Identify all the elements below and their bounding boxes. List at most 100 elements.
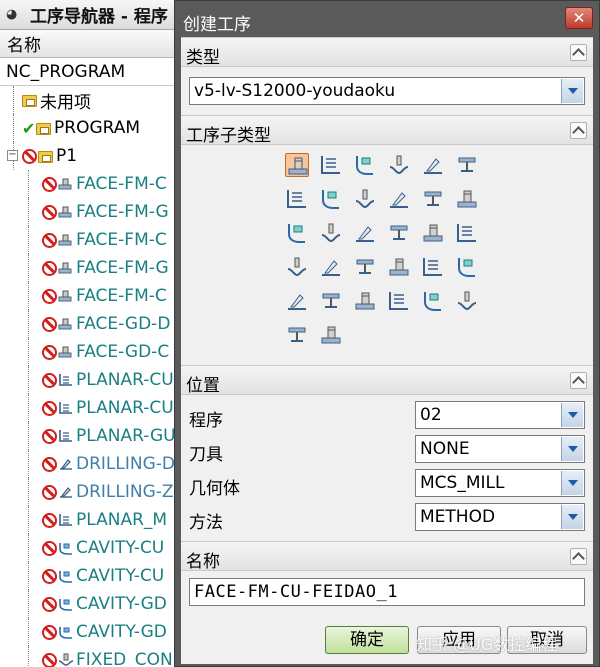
tree-row-label: DRILLING-Z xyxy=(76,482,174,502)
program-folder-icon xyxy=(38,151,53,163)
operation-subtype-icon[interactable] xyxy=(387,255,411,279)
dropdown-arrow-icon[interactable] xyxy=(561,437,583,461)
geometry-dropdown[interactable]: MCS_MILL xyxy=(415,469,585,497)
planar-operation-icon xyxy=(58,401,74,415)
forbidden-circle-icon xyxy=(42,568,57,584)
tree-connector-line xyxy=(28,170,29,198)
tree-root-nc-program[interactable]: NC_PROGRAM xyxy=(0,58,184,86)
dropdown-arrow-icon[interactable] xyxy=(561,505,583,529)
tree-row[interactable]: FACE-FM-C xyxy=(0,226,184,254)
forbidden-circle-icon xyxy=(22,148,37,164)
tree-row[interactable]: FACE-GD-D xyxy=(0,310,184,338)
operation-subtype-icon[interactable] xyxy=(455,255,479,279)
location-section-header[interactable]: 位置 xyxy=(181,365,593,396)
name-section-header[interactable]: 名称 xyxy=(181,541,593,572)
type-dropdown[interactable]: v5-lv-S12000-youdaoku xyxy=(189,77,585,105)
tree-row[interactable]: 未用项 xyxy=(0,86,184,114)
tree-row[interactable]: FACE-FM-G xyxy=(0,198,184,226)
operation-subtype-icon[interactable] xyxy=(319,153,343,177)
operation-subtype-icon[interactable] xyxy=(421,187,445,211)
dialog-title-bar[interactable]: 创建工序 ✕ xyxy=(175,1,599,37)
operation-subtype-icon[interactable] xyxy=(455,289,479,313)
tree-row[interactable]: FACE-FM-G xyxy=(0,254,184,282)
operation-name-input[interactable]: FACE-FM-CU-FEIDAO_1 xyxy=(189,578,585,606)
operation-subtype-icon[interactable] xyxy=(421,153,445,177)
collapse-toggle-icon[interactable]: − xyxy=(7,150,18,161)
operation-subtype-icon[interactable] xyxy=(285,255,309,279)
forbidden-circle-icon xyxy=(42,176,57,192)
tree-row[interactable]: PLANAR_M xyxy=(0,506,184,534)
forbidden-circle-icon xyxy=(42,372,57,388)
tree-row-label: CAVITY-CU xyxy=(76,566,165,586)
operation-subtype-icon[interactable] xyxy=(319,323,343,347)
tree-connector-line xyxy=(28,646,29,667)
operation-subtype-icon[interactable] xyxy=(319,289,343,313)
dropdown-arrow-icon[interactable] xyxy=(561,471,583,495)
tree-row[interactable]: PLANAR-CU xyxy=(0,394,184,422)
operation-subtype-icon[interactable] xyxy=(421,255,445,279)
dropdown-arrow-icon[interactable] xyxy=(561,79,583,103)
subtype-section-header[interactable]: 工序子类型 xyxy=(181,115,593,146)
tree-row[interactable]: PLANAR-GU xyxy=(0,422,184,450)
collapse-chevron-icon[interactable] xyxy=(570,44,587,61)
operation-subtype-icon[interactable] xyxy=(285,289,309,313)
dropdown-arrow-icon[interactable] xyxy=(561,403,583,427)
tree-row[interactable]: FACE-FM-C xyxy=(0,282,184,310)
operation-subtype-icon[interactable] xyxy=(421,289,445,313)
collapse-chevron-icon[interactable] xyxy=(570,372,587,389)
operation-subtype-icon[interactable] xyxy=(353,255,377,279)
tree-row[interactable]: PLANAR-CU xyxy=(0,366,184,394)
type-section-header[interactable]: 类型 xyxy=(181,37,593,68)
cancel-button[interactable]: 取消 xyxy=(507,626,587,654)
operation-subtype-icon[interactable] xyxy=(285,153,309,177)
name-column-header[interactable]: 名称 xyxy=(0,30,184,58)
tree-row[interactable]: CAVITY-GD xyxy=(0,590,184,618)
tree-row[interactable]: CAVITY-CU xyxy=(0,534,184,562)
tree-row[interactable]: CAVITY-CU xyxy=(0,562,184,590)
operation-subtype-icon[interactable] xyxy=(387,153,411,177)
forbidden-circle-icon xyxy=(42,344,57,360)
operation-subtype-icon[interactable] xyxy=(319,187,343,211)
tree-row[interactable]: ✔ PROGRAM xyxy=(0,114,184,142)
method-dropdown[interactable]: METHOD xyxy=(415,503,585,531)
tree-row[interactable]: FIXED_CON xyxy=(0,646,184,667)
ok-button[interactable]: 确定 xyxy=(325,626,409,654)
operation-subtype-icon[interactable] xyxy=(353,187,377,211)
program-dropdown[interactable]: 02 xyxy=(415,401,585,429)
operation-subtype-icon[interactable] xyxy=(319,255,343,279)
tree-row-label: FACE-GD-D xyxy=(76,314,171,334)
face-operation-icon xyxy=(58,233,74,247)
tool-value: NONE xyxy=(420,439,470,459)
operation-subtype-icon[interactable] xyxy=(353,153,377,177)
operation-subtype-icon[interactable] xyxy=(455,187,479,211)
tree-row[interactable]: − P1 xyxy=(0,142,184,170)
create-operation-dialog: 创建工序 ✕ 类型 v5-lv-S12000-youdaoku 工序子类型 位置… xyxy=(174,0,600,667)
operation-subtype-icon[interactable] xyxy=(455,153,479,177)
close-icon: ✕ xyxy=(572,9,586,27)
collapse-chevron-icon[interactable] xyxy=(570,122,587,139)
operation-subtype-icon[interactable] xyxy=(353,289,377,313)
geometry-value: MCS_MILL xyxy=(420,473,505,493)
tree-row[interactable]: FACE-GD-C xyxy=(0,338,184,366)
operation-subtype-icon[interactable] xyxy=(285,187,309,211)
operation-subtype-icon[interactable] xyxy=(387,187,411,211)
operation-subtype-icon[interactable] xyxy=(387,221,411,245)
tree-row-label: PLANAR-GU xyxy=(76,426,176,446)
operation-subtype-icon[interactable] xyxy=(455,221,479,245)
operation-subtype-icon[interactable] xyxy=(421,221,445,245)
close-button[interactable]: ✕ xyxy=(565,7,593,29)
tool-dropdown[interactable]: NONE xyxy=(415,435,585,463)
operation-subtype-icon[interactable] xyxy=(353,221,377,245)
tree-row[interactable]: FACE-FM-C xyxy=(0,170,184,198)
operation-subtype-icon[interactable] xyxy=(285,221,309,245)
operation-subtype-icon[interactable] xyxy=(285,323,309,347)
operation-subtype-icon[interactable] xyxy=(387,289,411,313)
pin-icon[interactable]: ◕ xyxy=(6,7,20,22)
tree-row[interactable]: DRILLING-Z xyxy=(0,478,184,506)
collapse-chevron-icon[interactable] xyxy=(570,548,587,565)
tree-row-label: FACE-FM-G xyxy=(76,258,169,278)
operation-subtype-icon[interactable] xyxy=(319,221,343,245)
apply-button[interactable]: 应用 xyxy=(417,626,501,654)
tree-row[interactable]: CAVITY-GD xyxy=(0,618,184,646)
tree-row[interactable]: DRILLING-D xyxy=(0,450,184,478)
